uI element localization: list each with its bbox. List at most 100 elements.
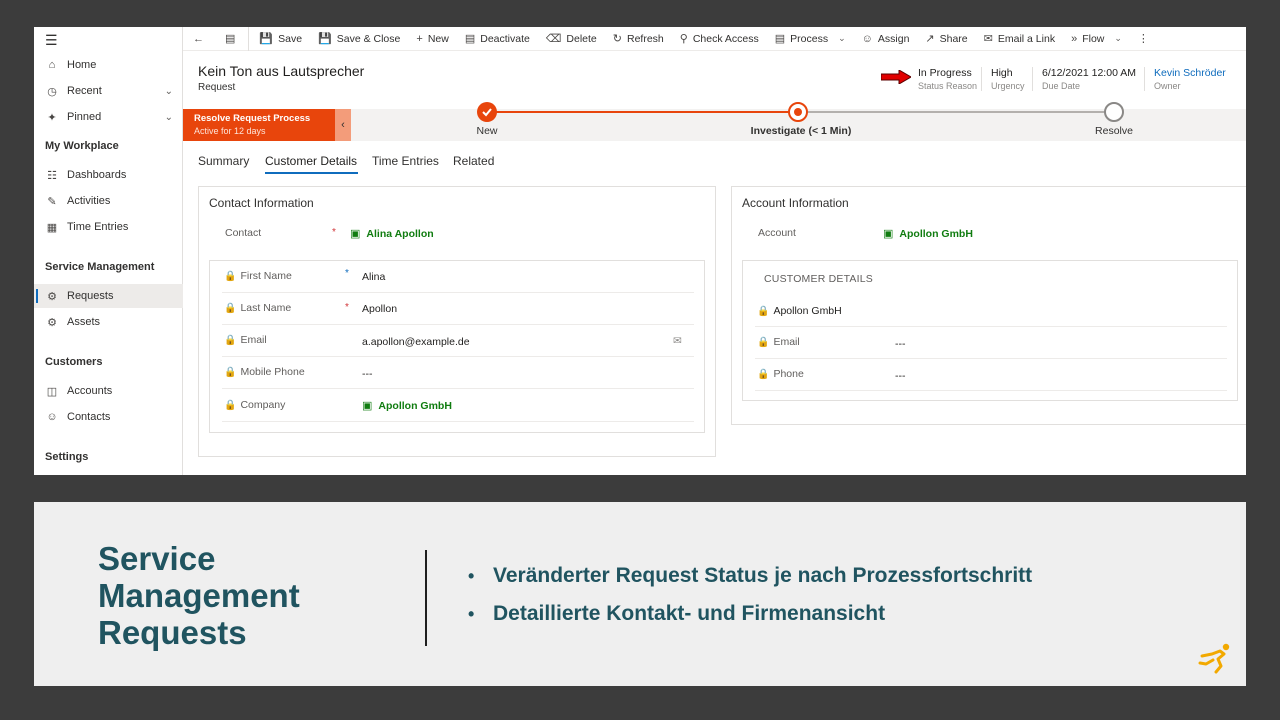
process-label: Process	[790, 32, 829, 45]
save-icon: 💾	[259, 33, 274, 45]
back-button[interactable]: ←	[183, 27, 217, 51]
chevron-left-icon[interactable]: ‹	[335, 109, 351, 141]
email-link-button[interactable]: ✉ Email a Link	[976, 27, 1063, 51]
due-date-value: 6/12/2021 12:00 AM	[1042, 67, 1136, 79]
active-tab-indicator	[265, 172, 358, 174]
share-button[interactable]: ↗ Share	[917, 27, 975, 51]
stage-resolve-pending-icon[interactable]	[1104, 102, 1124, 122]
bpf-remaining-line	[798, 111, 1114, 113]
menu-icon[interactable]: ☰	[45, 32, 58, 49]
assign-label: Assign	[877, 32, 910, 45]
save-close-button[interactable]: 💾 Save & Close	[310, 27, 408, 51]
flow-button[interactable]: » Flow ⌄	[1063, 27, 1130, 51]
record-header: Kein Ton aus Lautsprecher Request In Pro…	[183, 51, 1246, 109]
form-tabs: Summary Customer Details Time Entries Re…	[183, 141, 1246, 177]
refresh-button[interactable]: ↻ Refresh	[605, 27, 672, 51]
row-divider	[222, 356, 694, 357]
bullet-dot-icon: •	[468, 566, 475, 586]
sidebar-item-label: Requests	[67, 290, 114, 302]
stage-new-checkmark-icon[interactable]	[477, 102, 497, 122]
save-button[interactable]: 💾 Save	[251, 27, 310, 51]
more-icon: ⋮	[1137, 33, 1149, 45]
sidebar-item-home[interactable]: ⌂ Home	[34, 53, 183, 77]
sidebar-item-assets[interactable]: ⚙ Assets	[34, 310, 183, 334]
first-name-label: 🔒 First Name	[224, 270, 292, 282]
header-owner[interactable]: Kevin Schröder Owner	[1154, 67, 1226, 91]
record-title: Kein Ton aus Lautsprecher	[198, 63, 365, 79]
sidebar-item-label: Dashboards	[67, 169, 127, 181]
sidebar-item-activities[interactable]: ✎ Activities	[34, 189, 183, 213]
more-commands-button[interactable]: ⋮	[1130, 27, 1162, 51]
contact-lookup-link[interactable]: ▣ Alina Apollon	[350, 227, 434, 241]
owner-value[interactable]: Kevin Schröder	[1154, 67, 1226, 79]
stage-label-resolve[interactable]: Resolve	[1095, 125, 1133, 137]
tab-time-entries[interactable]: Time Entries	[372, 154, 439, 168]
tab-related[interactable]: Related	[453, 154, 494, 168]
assign-button[interactable]: ☺ Assign	[854, 27, 918, 51]
last-name-label: 🔒 Last Name	[224, 302, 292, 314]
contact-card-title: Contact Information	[209, 196, 314, 210]
header-due-date[interactable]: 6/12/2021 12:00 AM Due Date	[1042, 67, 1136, 91]
process-button[interactable]: ▤ Process ⌄	[767, 27, 854, 51]
record-entity-name: Request	[198, 82, 236, 93]
header-status-reason[interactable]: In Progress Status Reason	[918, 67, 977, 91]
chevron-down-icon[interactable]: ⌄	[165, 112, 173, 123]
sidebar-item-dashboards[interactable]: ☷ Dashboards	[34, 163, 183, 187]
lock-icon: 🔒	[224, 399, 237, 411]
chevron-down-icon[interactable]: ⌄	[165, 86, 173, 97]
chevron-down-icon: ⌄	[838, 33, 846, 43]
deactivate-button[interactable]: ▤ Deactivate	[457, 27, 538, 51]
sidebar-item-recent[interactable]: ◷ Recent ⌄	[34, 79, 183, 103]
header-urgency[interactable]: High Urgency	[991, 67, 1025, 91]
due-date-label: Due Date	[1042, 81, 1081, 91]
owner-label: Owner	[1154, 81, 1181, 91]
recommended-indicator: *	[345, 268, 349, 279]
sidebar-item-accounts[interactable]: ◫ Accounts	[34, 379, 183, 403]
sidebar-item-label: Pinned	[67, 111, 102, 123]
email-label: 🔒 Email	[224, 334, 267, 346]
account-email-label: 🔒 Email	[757, 336, 800, 348]
account-company-name: 🔒 Apollon GmbH	[757, 305, 842, 317]
sidebar-item-contacts[interactable]: ☺ Contacts	[34, 405, 183, 429]
row-divider	[222, 324, 694, 325]
sidebar-group-workplace: My Workplace	[45, 140, 119, 152]
lock-icon: 🔒	[757, 336, 770, 348]
urgency-label: Urgency	[991, 81, 1025, 91]
check-access-label: Check Access	[692, 32, 759, 45]
sidebar-group-service: Service Management	[45, 261, 155, 273]
check-access-button[interactable]: ⚲ Check Access	[672, 27, 767, 51]
email-link-label: Email a Link	[997, 32, 1056, 45]
form-content: Contact Information Contact * ▣ Alina Ap…	[183, 177, 1246, 475]
form-selector-button[interactable]: ▤	[217, 27, 250, 51]
new-button[interactable]: + New	[408, 27, 456, 51]
calendar-icon: ▦	[46, 221, 58, 234]
lock-icon: 🔒	[224, 334, 237, 346]
bpf-process-flag[interactable]: Resolve Request Process Active for 12 da…	[183, 109, 335, 141]
company-lookup-link[interactable]: ▣ Apollon GmbH	[362, 399, 452, 413]
email-value[interactable]: a.apollon@example.de	[362, 336, 470, 348]
stage-label-new[interactable]: New	[476, 125, 497, 137]
sidebar-item-pinned[interactable]: ✦ Pinned ⌄	[34, 105, 183, 129]
account-lookup-link[interactable]: ▣ Apollon GmbH	[883, 227, 973, 241]
stage-investigate-active-icon[interactable]	[788, 102, 808, 122]
contact-icon: ▣	[350, 228, 361, 240]
bullet-dot-icon: •	[468, 604, 475, 624]
stage-label-investigate[interactable]: Investigate (< 1 Min)	[751, 125, 852, 137]
contact-quickview-form: 🔒 First Name * Alina 🔒 Last Name * Apollon…	[209, 260, 705, 433]
sidebar-group-settings[interactable]: Settings	[45, 451, 88, 463]
email-icon[interactable]: ✉	[673, 335, 682, 347]
lock-icon: 🔒	[224, 302, 237, 314]
bpf-process-duration: Active for 12 days	[194, 126, 266, 136]
sidebar-item-requests[interactable]: ⚙ Requests	[34, 284, 183, 308]
slide-bullet-list: • Veränderter Request Status je nach Pro…	[468, 562, 1032, 638]
delete-button[interactable]: ⌫ Delete	[538, 27, 605, 51]
slide-title-line: Service	[98, 540, 216, 577]
sidebar-item-time-entries[interactable]: ▦ Time Entries	[34, 215, 183, 239]
slide-bullet: • Veränderter Request Status je nach Pro…	[468, 562, 1032, 600]
tab-customer-details[interactable]: Customer Details	[265, 154, 357, 168]
row-divider	[222, 292, 694, 293]
sidebar-item-label: Home	[67, 59, 97, 71]
tab-summary[interactable]: Summary	[198, 154, 249, 168]
row-divider	[755, 326, 1227, 327]
share-icon: ↗	[925, 33, 935, 45]
